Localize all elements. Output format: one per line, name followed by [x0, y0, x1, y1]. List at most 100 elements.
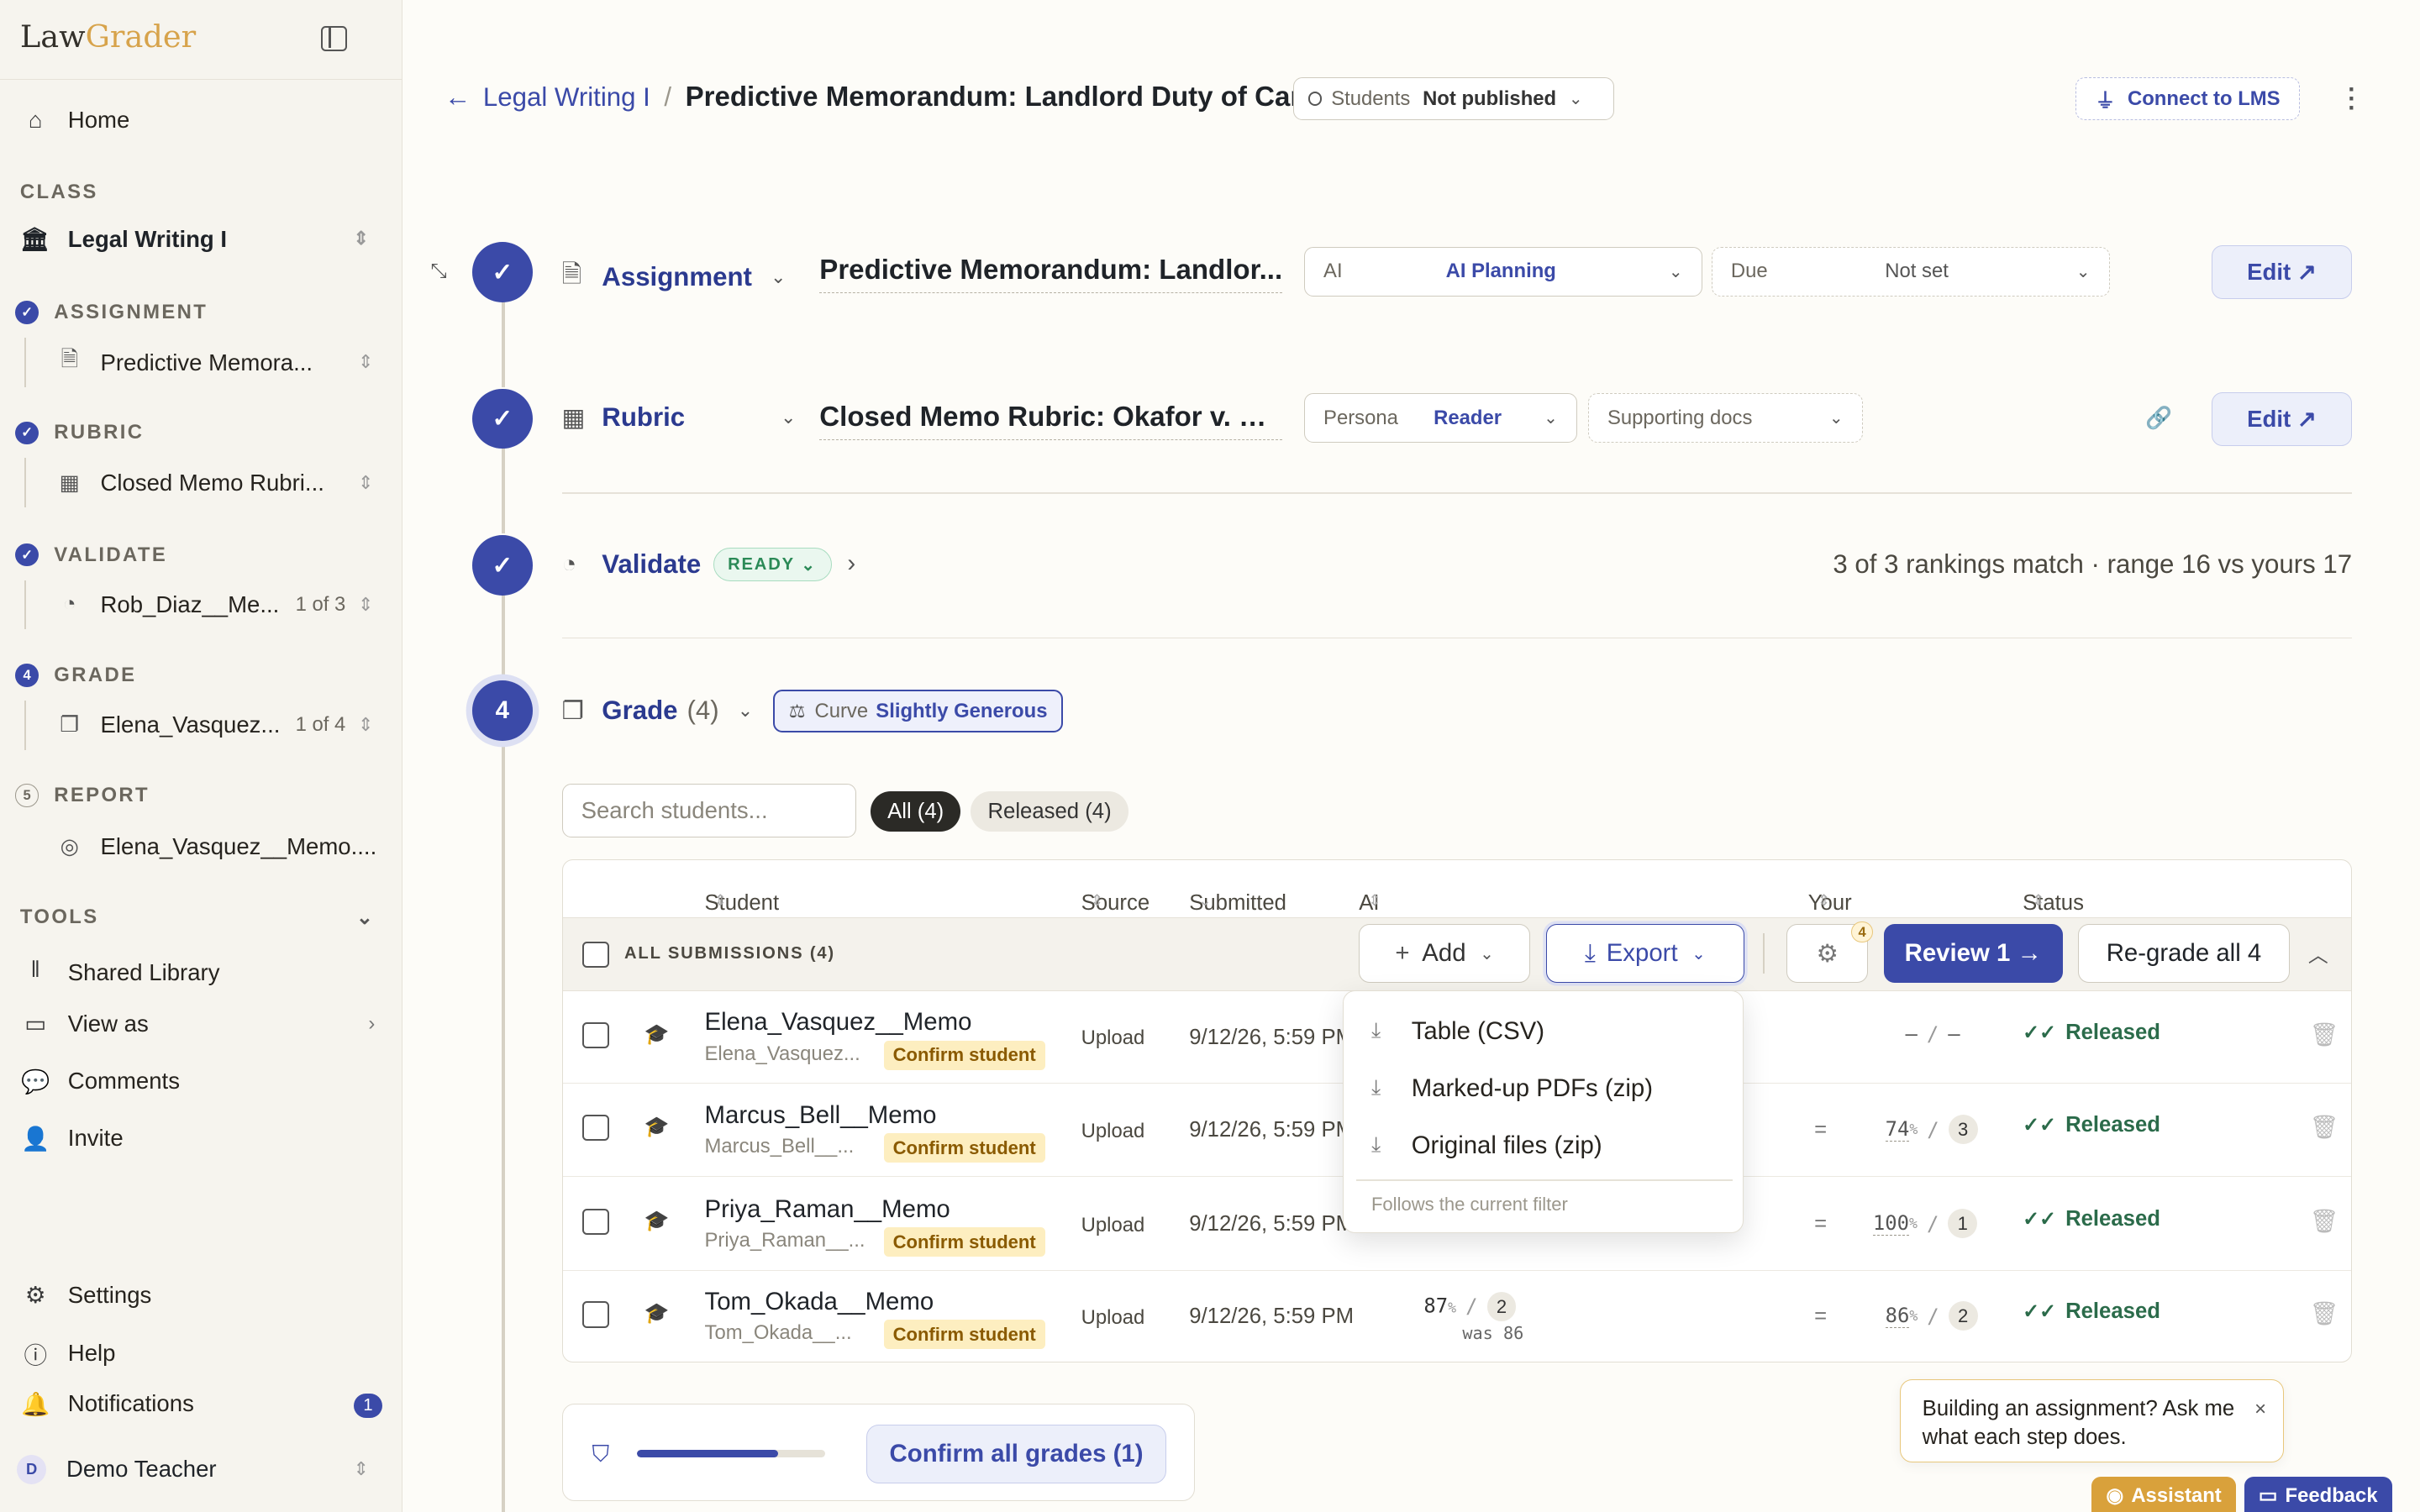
confirm-student-badge[interactable]: Confirm student — [883, 1133, 1045, 1163]
rubric-step-header[interactable]: ▦ Rubric ⌄ — [562, 402, 797, 433]
export-button[interactable]: ⤓ Export ⌄ — [1545, 924, 1745, 984]
confirm-student-badge[interactable]: Confirm student — [883, 1227, 1045, 1257]
chevron-down-icon: ⌄ — [737, 700, 754, 722]
nav-notifications-label: Notifications — [67, 1390, 194, 1417]
student-name[interactable]: Tom_Okada__Memo — [705, 1288, 934, 1316]
search-students-input[interactable] — [561, 784, 857, 838]
double-check-icon: ✓✓ — [2023, 1021, 2057, 1045]
sidebar-item-rubric[interactable]: ▦ Closed Memo Rubri... ⇕ — [24, 458, 379, 508]
assistant-button[interactable]: ◉ Assistant — [2091, 1476, 2237, 1512]
sidebar-item-validate[interactable]: ◔ Rob_Diaz__Me... 1 of 3 ⇕ — [24, 580, 379, 630]
students-publish-dropdown[interactable]: Students Not published ⌄ — [1293, 76, 1615, 121]
curve-selector[interactable]: ⚖ Curve Slightly Generous — [773, 690, 1063, 733]
help-icon: ⓘ — [24, 1341, 48, 1368]
add-button[interactable]: + Add ⌄ — [1359, 924, 1531, 984]
close-icon[interactable]: × — [2254, 1395, 2266, 1425]
regrade-all-button[interactable]: Re-grade all 4 — [2078, 924, 2290, 984]
row-checkbox[interactable] — [582, 1301, 609, 1328]
building-icon: 🏛 — [19, 226, 50, 253]
filter-all-chip[interactable]: All (4) — [870, 791, 961, 832]
your-score-cell[interactable]: 74%/3 — [1885, 1115, 1978, 1144]
trash-icon[interactable]: 🗑 — [2310, 1299, 2339, 1327]
link-icon[interactable]: 🔗 — [2145, 406, 2172, 431]
submitted-cell: 9/12/26, 5:59 PM — [1189, 1211, 1354, 1236]
source-cell: Upload — [1081, 1026, 1145, 1050]
nav-home[interactable]: ⌂ Home — [20, 107, 129, 134]
student-name[interactable]: Elena_Vasquez__Memo — [705, 1008, 972, 1037]
collapse-all-icon[interactable]: ⤡ — [430, 260, 446, 283]
submitted-cell: 9/12/26, 5:59 PM — [1189, 1117, 1354, 1142]
export-original-files-item[interactable]: ⤓ Original files (zip) — [1371, 1131, 1602, 1160]
document-icon: 🗎 — [561, 260, 582, 288]
chevron-down-icon: ⌄ — [801, 555, 818, 575]
validate-step-header[interactable]: ◔ Validate — [562, 549, 702, 580]
chevron-updown-icon: ⇕ — [358, 713, 374, 735]
trash-icon[interactable]: 🗑 — [2310, 1113, 2339, 1141]
row-checkbox[interactable] — [582, 1021, 609, 1049]
sidebar-item-grade-label: Elena_Vasquez... — [100, 711, 281, 738]
nav-notifications[interactable]: 🔔 Notifications — [20, 1390, 194, 1418]
sidebar-toggle-icon[interactable] — [321, 26, 348, 51]
chevron-down-icon: ⌄ — [1568, 90, 1583, 109]
confirm-student-badge[interactable]: Confirm student — [883, 1320, 1045, 1350]
grade-step-header[interactable]: ❐ Grade (4) ⌄ — [562, 696, 754, 726]
table-icon: ▦ — [561, 403, 586, 432]
check-icon: ✓ — [15, 421, 39, 445]
edit-assignment-button[interactable]: Edit ↗ — [2211, 245, 2353, 300]
nav-settings[interactable]: ⚙ Settings — [20, 1282, 151, 1309]
due-date-select[interactable]: Due Not set ⌄ — [1711, 246, 2110, 297]
export-filter-note: Follows the current filter — [1370, 1193, 1568, 1215]
table-header: Student⇕ Source⇕ Submitted⌄ AI Score/Ran… — [704, 890, 2084, 939]
document-icon: 🗎 — [60, 348, 79, 372]
chevron-up-icon[interactable]: ︿ — [2308, 938, 2328, 968]
confirm-all-grades-button[interactable]: Confirm all grades (1) — [866, 1425, 1166, 1484]
your-score-cell[interactable]: 86%/2 — [1885, 1301, 1978, 1331]
review-button[interactable]: Review 1 → — [1883, 924, 2063, 984]
app-logo[interactable]: LawGrader — [20, 18, 196, 55]
arrow-left-icon[interactable]: ← — [445, 82, 471, 113]
export-marked-pdfs-item[interactable]: ⤓ Marked-up PDFs (zip) — [1371, 1074, 1653, 1103]
sidebar-item-grade[interactable]: ❐ Elena_Vasquez... 1 of 4 ⇕ — [24, 700, 379, 750]
student-name[interactable]: Priya_Raman__Memo — [705, 1195, 950, 1224]
student-name[interactable]: Marcus_Bell__Memo — [705, 1101, 937, 1130]
class-selector[interactable]: 🏛 Legal Writing I ⇕ — [20, 225, 375, 253]
select-all-checkbox[interactable] — [582, 941, 609, 968]
sort-desc-icon: ⌄ — [1198, 890, 1212, 909]
sort-icon: ⇕ — [2032, 890, 2045, 909]
tools-section-toggle[interactable]: TOOLS ⌄ — [20, 906, 375, 930]
shield-icon: ⛉ — [592, 1440, 610, 1467]
nav-view-as[interactable]: ▭ View as › — [20, 1011, 375, 1037]
nav-help[interactable]: ⓘ Help — [20, 1336, 115, 1370]
circle-icon — [1307, 92, 1323, 106]
chevron-right-icon[interactable]: › — [847, 549, 855, 578]
user-menu[interactable]: D Demo Teacher ⇕ — [17, 1455, 375, 1484]
your-score-cell[interactable]: – / – — [1905, 1022, 1960, 1046]
sidebar-item-report[interactable]: ◎ Elena_Vasquez__Memo.... — [24, 822, 379, 872]
filter-released-chip[interactable]: Released (4) — [971, 791, 1128, 832]
edit-rubric-button[interactable]: Edit ↗ — [2211, 391, 2353, 446]
trash-icon[interactable]: 🗑 — [2310, 1021, 2339, 1048]
persona-select[interactable]: Persona Reader ⌄ — [1304, 393, 1578, 444]
confirm-student-badge[interactable]: Confirm student — [883, 1040, 1045, 1070]
your-score-cell[interactable]: 100%/1 — [1872, 1209, 1978, 1238]
sidebar-item-assignment[interactable]: 🗎 Predictive Memora... ⇕ — [24, 338, 379, 387]
nav-invite[interactable]: 👤 Invite — [20, 1125, 124, 1152]
ai-planning-select[interactable]: AI AI Planning ⌄ — [1304, 246, 1702, 297]
export-csv-item[interactable]: ⤓ Table (CSV) — [1371, 1017, 1544, 1046]
table-row[interactable]: 🎓 Tom_Okada__Memo Tom_Okada__... Confirm st… — [563, 1271, 2352, 1362]
row-checkbox[interactable] — [582, 1115, 609, 1142]
supporting-docs-select[interactable]: Supporting docs ⌄ — [1587, 393, 1863, 444]
feedback-button[interactable]: ▭ Feedback — [2244, 1476, 2392, 1512]
ready-badge[interactable]: READY ⌄ — [713, 548, 832, 582]
assignment-step-header[interactable]: 🗎 Assignment ⌄ — [562, 256, 786, 298]
nav-shared-library[interactable]: 𝍪 Shared Library — [20, 953, 220, 992]
more-options-icon[interactable]: · · · — [2337, 77, 2368, 120]
chevron-down-icon: ⌄ — [2075, 262, 2091, 281]
trash-icon[interactable]: 🗑 — [2310, 1207, 2339, 1235]
row-checkbox[interactable] — [582, 1209, 609, 1236]
nav-comments[interactable]: 💬 Comments — [20, 1068, 180, 1095]
rubric-title[interactable]: Closed Memo Rubric: Okafor v. Ha... — [819, 402, 1283, 440]
breadcrumb-class-link[interactable]: Legal Writing I — [483, 82, 650, 113]
connect-lms-button[interactable]: ⏚ Connect to LMS — [2075, 76, 2300, 121]
assignment-title[interactable]: Predictive Memorandum: Landlor... — [819, 255, 1283, 294]
